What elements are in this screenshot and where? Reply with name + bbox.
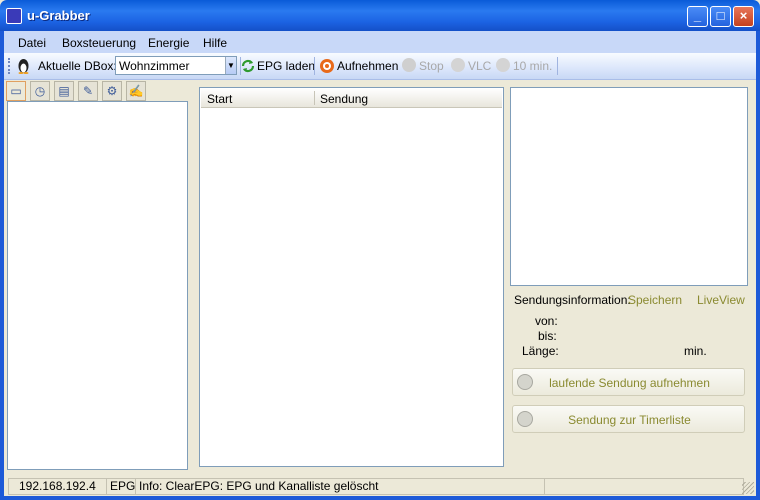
- dbox-label: Aktuelle DBox:: [38, 59, 117, 73]
- status-bar: 192.168.192.4 EPG Info: ClearEPG: EPG un…: [4, 476, 756, 496]
- feather-icon[interactable]: ✎: [78, 81, 98, 101]
- window-frame-bottom: [0, 496, 760, 500]
- info-label: Sendungsinformation:: [514, 293, 631, 307]
- refresh-icon: [240, 58, 256, 74]
- app-icon: [6, 8, 22, 24]
- stop-button[interactable]: Stop: [419, 59, 444, 73]
- column-sendung[interactable]: Sendung: [320, 92, 368, 106]
- status-mode: EPG: [106, 478, 136, 495]
- tux-icon: [17, 57, 30, 74]
- title-bar[interactable]: u-Grabber _ □ ×: [0, 0, 760, 31]
- menu-bar: Datei Boxsteuerung Energie Hilfe: [4, 31, 756, 53]
- live-preview: [510, 87, 748, 286]
- tv-icon[interactable]: ▭: [6, 81, 26, 101]
- save-link[interactable]: Speichern: [628, 293, 682, 307]
- dbox-select[interactable]: Wohnzimmer ▼: [115, 56, 237, 75]
- chevron-down-icon[interactable]: ▼: [225, 57, 236, 74]
- epg-list-header: Start Sendung: [201, 89, 502, 108]
- film-icon[interactable]: ▤: [54, 81, 74, 101]
- menu-hilfe[interactable]: Hilfe: [203, 36, 227, 50]
- toolbar-grip[interactable]: [8, 58, 12, 74]
- channel-list[interactable]: [7, 101, 188, 470]
- resize-grip[interactable]: [742, 482, 754, 494]
- app-window: u-Grabber _ □ × Datei Boxsteuerung Energ…: [0, 0, 760, 500]
- record-icon: [319, 58, 335, 74]
- record-button[interactable]: Aufnehmen: [337, 59, 398, 73]
- maximize-button[interactable]: □: [710, 6, 731, 27]
- dbox-select-value: Wohnzimmer: [119, 59, 190, 73]
- left-pane-tabs: ▭ ◷ ▤ ✎ ⚙ ✍: [6, 81, 190, 101]
- close-button[interactable]: ×: [733, 6, 754, 27]
- play-icon: [451, 58, 465, 72]
- menu-energie[interactable]: Energie: [148, 36, 189, 50]
- timer-button[interactable]: 10 min.: [513, 59, 552, 73]
- epg-load-button[interactable]: EPG laden: [257, 59, 315, 73]
- window-frame-left: [0, 31, 4, 500]
- toolbar-separator: [557, 57, 558, 75]
- status-message: Info: ClearEPG: EPG und Kanalliste gelös…: [135, 478, 545, 495]
- from-label: von:: [535, 314, 558, 328]
- toolbar-separator: [314, 57, 315, 75]
- gear-icon[interactable]: ⚙: [102, 81, 122, 101]
- minutes-label: min.: [684, 344, 707, 358]
- record-running-label: laufende Sendung aufnehmen: [549, 376, 710, 390]
- toolbar: Aktuelle DBox: Wohnzimmer ▼ EPG laden Au…: [4, 53, 756, 80]
- liveview-link[interactable]: LiveView: [697, 293, 745, 307]
- add-timer-button[interactable]: Sendung zur Timerliste: [512, 405, 745, 433]
- to-label: bis:: [538, 329, 557, 343]
- window-frame-right: [756, 31, 760, 500]
- minimize-button[interactable]: _: [687, 6, 708, 27]
- clock-icon[interactable]: ◷: [30, 81, 50, 101]
- add-timer-label: Sendung zur Timerliste: [568, 413, 691, 427]
- edit-icon[interactable]: ✍: [126, 81, 146, 101]
- column-divider[interactable]: [314, 91, 315, 105]
- record-running-button[interactable]: laufende Sendung aufnehmen: [512, 368, 745, 396]
- column-start[interactable]: Start: [207, 92, 232, 106]
- vlc-button[interactable]: VLC: [468, 59, 491, 73]
- duration-label: Länge:: [522, 344, 559, 358]
- menu-datei[interactable]: Datei: [18, 36, 46, 50]
- window-title: u-Grabber: [27, 8, 90, 23]
- status-empty: [544, 478, 744, 495]
- timer-icon: [496, 58, 510, 72]
- status-ip: 192.168.192.4: [8, 478, 107, 495]
- epg-list[interactable]: Start Sendung: [199, 87, 504, 467]
- menu-boxsteuerung[interactable]: Boxsteuerung: [62, 36, 136, 50]
- stop-icon: [402, 58, 416, 72]
